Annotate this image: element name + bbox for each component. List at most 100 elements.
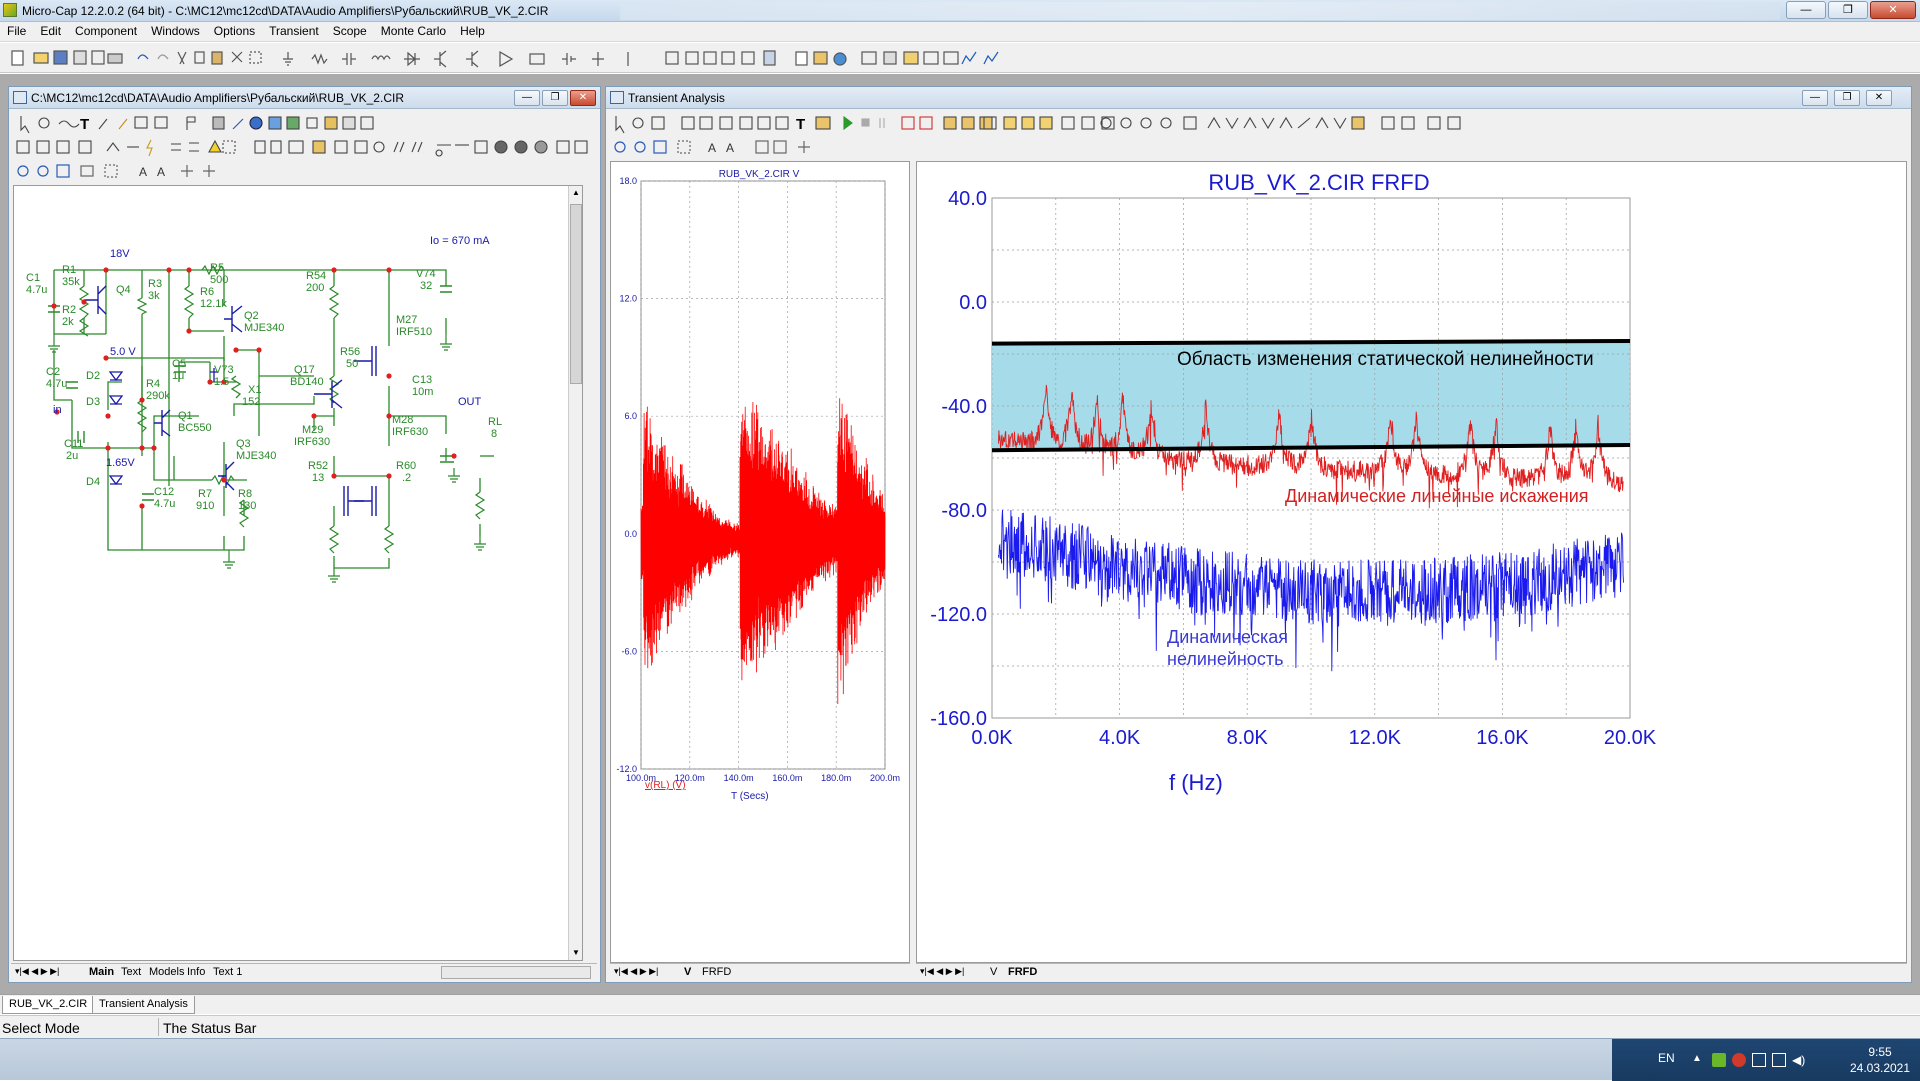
- menu-scope[interactable]: Scope: [326, 22, 374, 38]
- component-r56[interactable]: R56 50: [340, 346, 360, 370]
- component-m29[interactable]: M29 IRF630: [294, 424, 330, 448]
- analysis-tag2-icon: [757, 116, 771, 130]
- analysis-zoom-y-icon: [1160, 117, 1172, 129]
- volume-icon[interactable]: ◀): [1792, 1053, 1806, 1067]
- menu-help[interactable]: Help: [453, 22, 492, 38]
- component-r1[interactable]: R1 35k: [62, 264, 80, 288]
- component-r7[interactable]: R7 910: [196, 488, 214, 512]
- component-r6[interactable]: R6 12.1k: [200, 286, 227, 310]
- clock-time[interactable]: 9:55: [1840, 1045, 1920, 1059]
- component-r3[interactable]: R3 3k: [148, 278, 162, 302]
- component-r60[interactable]: R60.2: [396, 460, 416, 484]
- frfd-y-tick-label: 40.0: [948, 188, 987, 210]
- component-c12[interactable]: C12 4.7u: [154, 486, 175, 510]
- right-tab-scroll-icon[interactable]: ▾|◀ ◀ ▶ ▶|: [920, 966, 964, 977]
- tab-info[interactable]: Info: [183, 965, 209, 979]
- page-setup-icon: [254, 140, 266, 154]
- frfd-y-tick-label: -40.0: [941, 396, 987, 418]
- frfd-y-tick-label: -80.0: [941, 500, 987, 522]
- tab-text-1[interactable]: Text 1: [209, 965, 246, 979]
- analysis-select-icon: [615, 116, 625, 134]
- component-c1[interactable]: C1 4.7u: [26, 272, 47, 296]
- transient-maximize-button[interactable]: ❐: [1834, 90, 1860, 106]
- transient-minimize-button[interactable]: —: [1802, 90, 1828, 106]
- component-q1[interactable]: Q1 BC550: [178, 410, 212, 434]
- tab-models[interactable]: Models: [145, 965, 188, 979]
- component-c13[interactable]: C13 10m: [412, 374, 433, 398]
- nvidia-icon[interactable]: [1712, 1053, 1726, 1067]
- tray-expand-icon[interactable]: ▲: [1692, 1053, 1706, 1067]
- window-cascade-icon: [685, 51, 699, 65]
- tab-scroll-first-icon[interactable]: ▾|◀ ◀ ▶ ▶|: [15, 966, 59, 977]
- component-r54[interactable]: R54 200: [306, 270, 326, 294]
- left-tab-scroll-icon[interactable]: ▾|◀ ◀ ▶ ▶|: [614, 966, 658, 977]
- component-d2[interactable]: D2: [86, 370, 100, 382]
- io-annotation: Io = 670 mA: [430, 235, 490, 247]
- transient-plot-panel[interactable]: RUB_VK_2.CIR V 18.0 12.0 6.0 0.0 -6.0 -12.0 1…: [610, 161, 910, 963]
- analysis-zoom-out-icon: [1120, 117, 1132, 129]
- schematic-close-button[interactable]: ✕: [570, 90, 596, 106]
- schematic-maximize-button[interactable]: ❐: [542, 90, 568, 106]
- component-r5[interactable]: R5 500: [210, 262, 228, 286]
- schematic-canvas[interactable]: Io = 670 mA 18V 5.0 V 1.65V in OUT C1 4.7…: [13, 185, 583, 961]
- component-q2[interactable]: Q2 MJE340: [244, 310, 284, 334]
- schematic-minimize-button[interactable]: —: [514, 90, 540, 106]
- doc-tab-schematic[interactable]: RUB_VK_2.CIR: [2, 996, 95, 1014]
- flag-tray-icon[interactable]: [1752, 1053, 1766, 1067]
- network-icon[interactable]: [1772, 1053, 1786, 1067]
- transient-close-button[interactable]: ✕: [1866, 90, 1892, 106]
- component-m27[interactable]: M27 IRF510: [396, 314, 432, 338]
- analysis-scale-icon: [651, 116, 665, 130]
- component-v73[interactable]: V73 1.5: [214, 364, 234, 388]
- component-q4[interactable]: Q4: [116, 284, 131, 296]
- component-d4[interactable]: D4: [86, 476, 100, 488]
- menu-transient[interactable]: Transient: [262, 22, 326, 38]
- minimize-button[interactable]: —: [1786, 1, 1826, 19]
- component-q3[interactable]: Q3 MJE340: [236, 438, 276, 462]
- menu-file[interactable]: File: [0, 22, 33, 38]
- component-x1[interactable]: X1 152: [242, 384, 261, 408]
- clock-date[interactable]: 24.03.2021: [1840, 1061, 1920, 1075]
- component-c11[interactable]: C11 2u: [64, 438, 83, 462]
- component-c2[interactable]: C2 4.7u: [46, 366, 67, 390]
- component-r4[interactable]: R4 290k: [146, 378, 170, 402]
- component-rl[interactable]: RL 8: [488, 416, 502, 440]
- flag-icon: [186, 116, 196, 130]
- tab-text[interactable]: Text: [117, 965, 145, 979]
- menu-component[interactable]: Component: [68, 22, 144, 38]
- scroll-down-arrow-icon[interactable]: ▼: [570, 948, 582, 960]
- component-r8[interactable]: R8 130: [238, 488, 256, 512]
- menu-edit[interactable]: Edit: [33, 22, 68, 38]
- component-r52[interactable]: R52 13: [308, 460, 328, 484]
- page-icon: [795, 51, 808, 66]
- tab-frfd-right[interactable]: FRFD: [1004, 965, 1041, 979]
- menu-windows[interactable]: Windows: [144, 22, 207, 38]
- tab-v-left[interactable]: V: [680, 965, 695, 979]
- tab-main[interactable]: Main: [85, 965, 118, 979]
- component-q17[interactable]: Q17 BD140: [290, 364, 324, 388]
- schematic-vertical-scrollbar[interactable]: ▲ ▼: [568, 186, 582, 960]
- schematic-window-titlebar: C:\MC12\mc12cd\DATA\Audio Amplifiers\Руб…: [9, 87, 600, 109]
- menu-options[interactable]: Options: [207, 22, 262, 38]
- antivirus-icon[interactable]: [1732, 1053, 1746, 1067]
- analysis-toolbar-1: T: [608, 111, 1909, 137]
- component-m28[interactable]: M28 IRF630: [392, 414, 428, 438]
- battery-tool-icon: [562, 53, 576, 65]
- scroll-up-arrow-icon[interactable]: ▲: [570, 188, 582, 200]
- schematic-toolbar-3: A A: [11, 159, 598, 185]
- tab-v-right[interactable]: V: [986, 965, 1001, 979]
- frfd-plot-panel[interactable]: RUB_VK_2.CIR FRFD 40.0 0.0 -40.0 -80.0 -120.…: [916, 161, 1907, 963]
- scroll-thumb[interactable]: [570, 204, 582, 384]
- component-v74[interactable]: V74 32: [416, 268, 436, 292]
- doc-tab-transient[interactable]: Transient Analysis: [92, 996, 195, 1014]
- show-text-icon: [342, 116, 356, 130]
- language-indicator[interactable]: EN: [1658, 1051, 1675, 1065]
- close-button[interactable]: ✕: [1870, 1, 1916, 19]
- component-c5[interactable]: C5 1u: [172, 358, 186, 382]
- component-d3[interactable]: D3: [86, 396, 100, 408]
- component-r2[interactable]: R2 2k: [62, 304, 76, 328]
- maximize-button[interactable]: ❐: [1828, 1, 1868, 19]
- menu-monte-carlo[interactable]: Monte Carlo: [374, 22, 453, 38]
- schematic-horizontal-scrollbar[interactable]: [441, 966, 591, 979]
- tab-frfd-left[interactable]: FRFD: [698, 965, 735, 979]
